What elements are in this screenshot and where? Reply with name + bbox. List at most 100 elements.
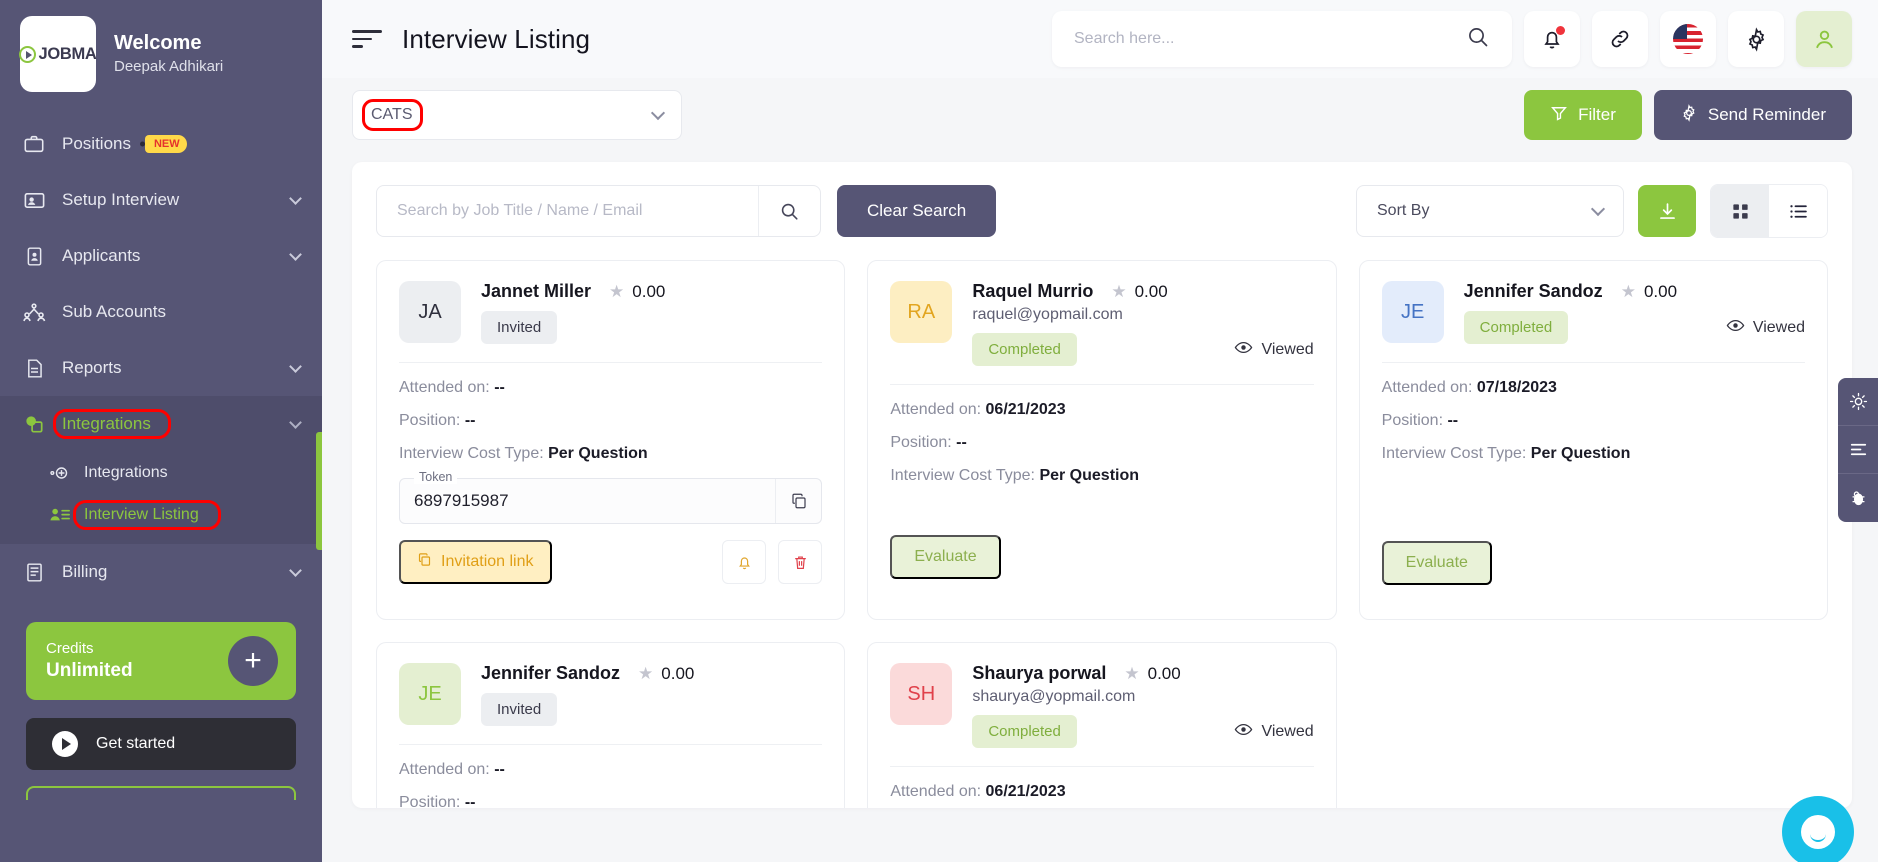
status-row: Invited <box>481 693 822 726</box>
link-icon[interactable] <box>1592 11 1648 67</box>
card-header: JE Jennifer Sandoz ★ 0.00 Invited <box>399 663 822 726</box>
layout-lines-icon[interactable] <box>1838 426 1878 474</box>
status-row: Completed Viewed <box>1463 311 1805 344</box>
card-divider <box>1381 362 1805 363</box>
welcome-label: Welcome <box>114 32 202 54</box>
eye-icon <box>1234 720 1253 744</box>
theme-sun-icon[interactable] <box>1838 378 1878 426</box>
top-bar-actions <box>1052 11 1852 67</box>
filter-button[interactable]: Filter <box>1524 90 1642 140</box>
credits-text: Credits Unlimited <box>46 639 133 683</box>
sidebar-subitem-integrations[interactable]: Integrations <box>0 452 322 494</box>
view-toggle <box>1710 184 1828 238</box>
candidate-email: shaurya@yopmail.com <box>972 688 1136 705</box>
evaluate-button[interactable]: Evaluate <box>1381 541 1492 585</box>
billing-icon <box>22 560 46 584</box>
source-select[interactable]: CATS <box>352 90 682 140</box>
attended-on: Attended on: -- <box>399 761 505 778</box>
main-content: Interview Listing Search here... CATS Fi… <box>322 0 1878 862</box>
user-profile-icon[interactable] <box>1796 11 1852 67</box>
credits-card[interactable]: Credits Unlimited + <box>26 622 296 700</box>
sidebar-item-sub-accounts[interactable]: Sub Accounts <box>0 284 322 340</box>
star-icon: ★ <box>1111 281 1127 301</box>
search-input[interactable] <box>1074 30 1466 48</box>
chevron-down-icon <box>289 247 302 261</box>
card-actions: Evaluate <box>890 535 1313 579</box>
star-icon: ★ <box>1620 281 1636 301</box>
sidebar-item-label: Integrations <box>53 409 171 439</box>
page-title: Interview Listing <box>402 23 591 54</box>
sidebar-item-reports[interactable]: Reports <box>0 340 322 396</box>
integrations-subnav: Integrations Interview Listing <box>0 452 322 544</box>
card-actions: Evaluate <box>1381 541 1805 585</box>
sidebar-item-integrations[interactable]: Integrations <box>0 396 322 452</box>
download-icon[interactable] <box>1638 185 1696 237</box>
filter-button-label: Filter <box>1578 105 1616 124</box>
avatar: SH <box>890 663 953 725</box>
brand-header: JOBMA Welcome Deepak Adhikari <box>0 0 322 110</box>
listing-search-input[interactable] <box>377 202 758 220</box>
interview-card[interactable]: JE Jennifer Sandoz ★ 0.00 Completed Viewed Att… <box>1358 260 1828 620</box>
chevron-down-icon <box>289 415 302 429</box>
candidate-name: Jennifer Sandoz <box>1463 281 1603 301</box>
status-row: Completed Viewed <box>972 333 1314 366</box>
card-header: JE Jennifer Sandoz ★ 0.00 Completed Viewed <box>1381 281 1805 344</box>
send-reminder-label: Send Reminder <box>1707 105 1826 124</box>
sort-by-select[interactable]: Sort By <box>1356 185 1624 237</box>
bug-icon[interactable] <box>1838 474 1878 522</box>
viewed-label: Viewed <box>1752 318 1805 336</box>
search-icon[interactable] <box>1466 25 1490 54</box>
sidebar-item-billing[interactable]: Billing <box>0 544 322 600</box>
rating: ★ 0.00 <box>1111 281 1168 301</box>
chat-bubble-icon[interactable] <box>1782 796 1854 862</box>
filter-bar-actions: Filter Send Reminder <box>1524 90 1852 140</box>
copy-icon[interactable] <box>775 479 821 523</box>
sidebar: JOBMA Welcome Deepak Adhikari Positions … <box>0 0 322 862</box>
clear-search-button[interactable]: Clear Search <box>837 185 997 237</box>
search-icon[interactable] <box>758 186 820 236</box>
listing-search[interactable] <box>376 185 821 237</box>
add-credits-button[interactable]: + <box>228 636 278 686</box>
play-logo-icon <box>19 45 37 63</box>
hamburger-icon[interactable] <box>352 28 384 50</box>
send-reminder-button[interactable]: Send Reminder <box>1653 90 1852 140</box>
interview-card[interactable]: JE Jennifer Sandoz ★ 0.00 Invited Attended on… <box>376 642 846 808</box>
grid-view-icon[interactable] <box>1711 185 1769 237</box>
get-started-button[interactable]: Get started <box>26 718 296 770</box>
interview-card[interactable]: JA Jannet Miller ★ 0.00 Invited Attended on: … <box>376 260 846 620</box>
interview-card[interactable]: RA Raquel Murrio ★ 0.00 raquel@yopmail.com Co… <box>867 260 1337 620</box>
sidebar-subitem-label: Interview Listing <box>73 500 221 530</box>
language-flag-icon[interactable] <box>1660 11 1716 67</box>
evaluate-button[interactable]: Evaluate <box>890 535 1001 579</box>
list-view-icon[interactable] <box>1769 185 1827 237</box>
sidebar-subitem-interview-listing[interactable]: Interview Listing <box>0 494 322 536</box>
listing-panel: Clear Search Sort By <box>352 162 1852 808</box>
card-actions: Invitation link <box>399 540 823 584</box>
global-search[interactable] <box>1052 11 1512 67</box>
viewed-indicator: Viewed <box>1234 720 1314 744</box>
interview-card[interactable]: SH Shaurya porwal ★ 0.00 shaurya@yopmail.com… <box>867 642 1337 808</box>
avatar: RA <box>890 281 953 343</box>
card-header-info: Raquel Murrio ★ 0.00 raquel@yopmail.com Comp… <box>972 281 1314 366</box>
chevron-down-icon <box>289 359 302 373</box>
invitation-link-button[interactable]: Invitation link <box>399 540 552 584</box>
status-badge: Invited <box>481 693 558 726</box>
sidebar-item-setup-interview[interactable]: Setup Interview <box>0 172 322 228</box>
sidebar-nav: Positions NEW Setup Interview Applicants <box>0 116 322 600</box>
token-field[interactable]: Token 6897915987 <box>399 470 823 524</box>
sidebar-item-applicants[interactable]: Applicants <box>0 228 322 284</box>
trash-icon[interactable] <box>778 540 823 584</box>
play-icon <box>52 731 78 757</box>
viewed-label: Viewed <box>1261 340 1314 358</box>
bell-icon[interactable] <box>722 540 767 584</box>
sidebar-bottom-panel <box>26 786 296 800</box>
eye-icon <box>1234 338 1253 362</box>
sidebar-item-positions[interactable]: Positions NEW <box>0 116 322 172</box>
settings-gear-icon[interactable] <box>1728 11 1784 67</box>
notification-badge <box>1556 26 1565 35</box>
sidebar-item-label: Sub Accounts <box>62 302 166 321</box>
interview-cards-grid: JA Jannet Miller ★ 0.00 Invited Attended on: … <box>376 260 1828 808</box>
notifications-bell-icon[interactable] <box>1524 11 1580 67</box>
sidebar-item-label: Reports <box>62 358 122 377</box>
interview-cost-type: Interview Cost Type: Per Question <box>890 467 1140 484</box>
